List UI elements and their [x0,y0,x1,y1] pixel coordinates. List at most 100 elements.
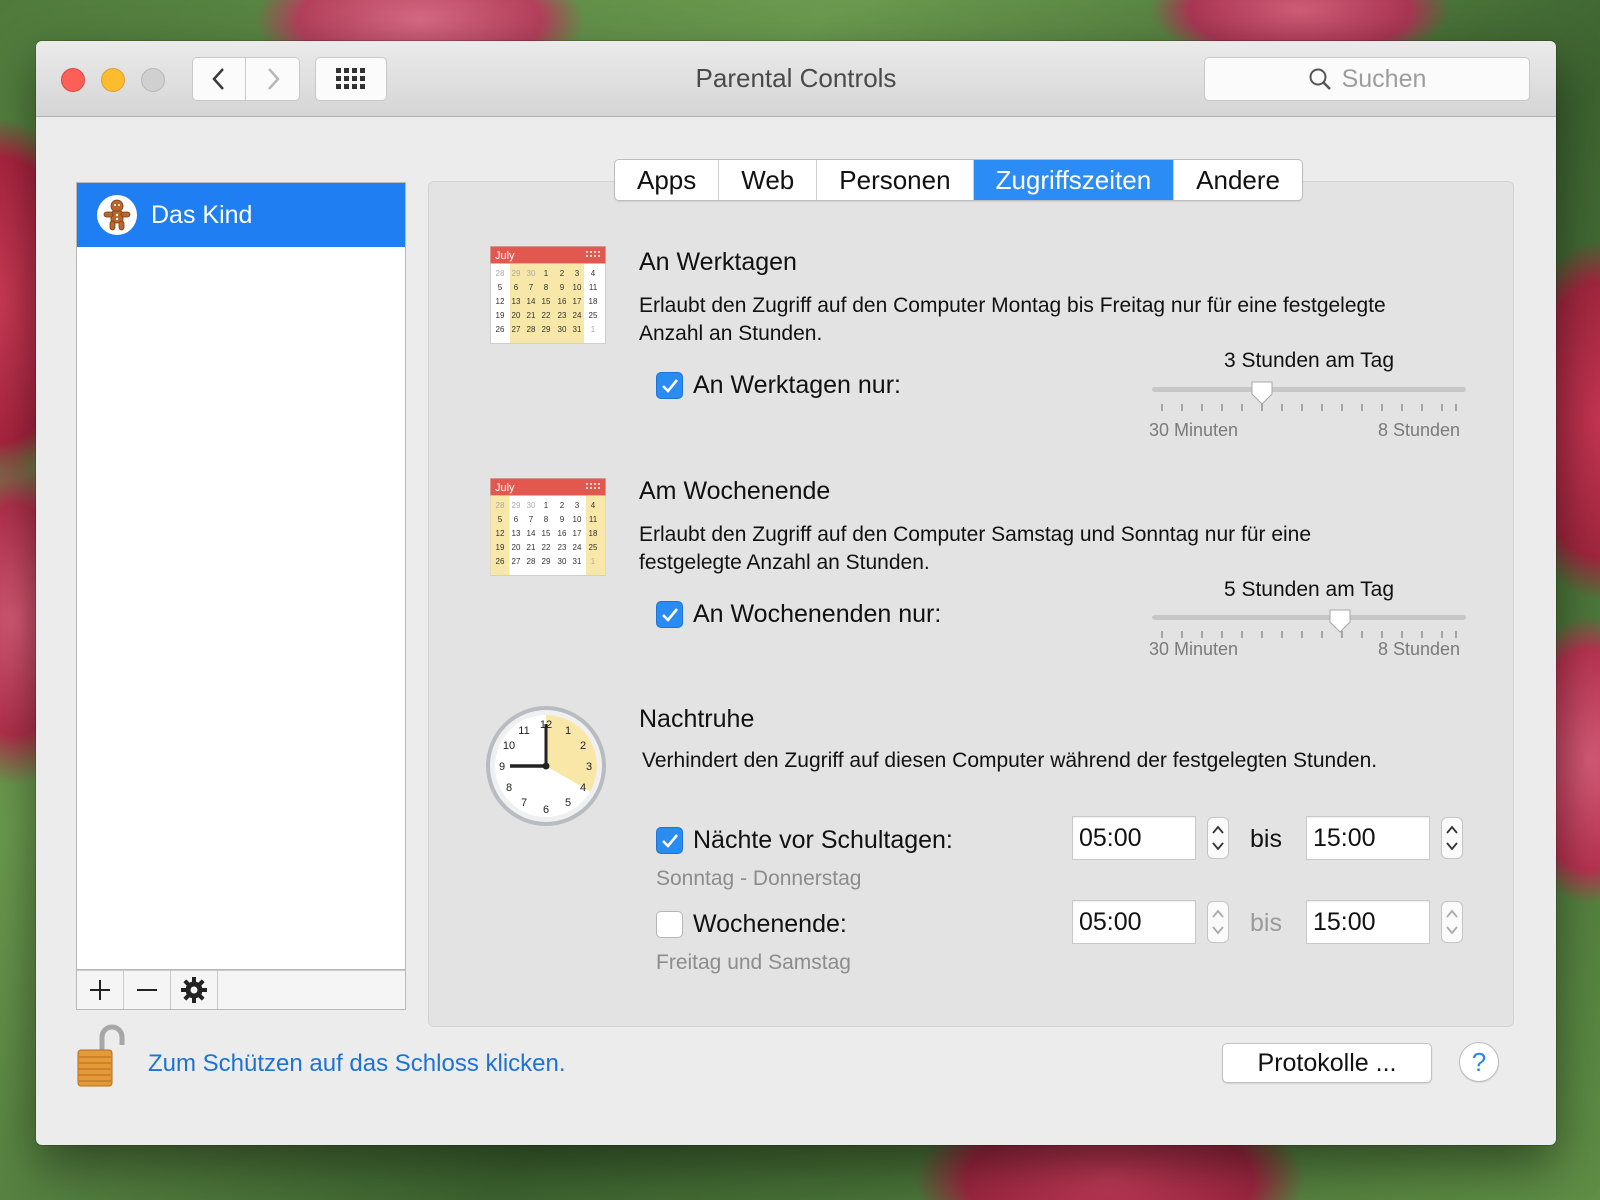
svg-text:29: 29 [542,325,551,334]
weekdays-description-2: Anzahl an Stunden. [639,322,823,345]
svg-text:30: 30 [558,557,567,566]
svg-text:7: 7 [521,797,527,809]
school-nights-to-stepper[interactable] [1441,817,1463,859]
svg-text:9: 9 [560,283,565,292]
plus-icon [90,980,110,1000]
svg-text:27: 27 [512,325,521,334]
svg-text:3: 3 [575,269,580,278]
avatar [97,195,137,235]
weekend-night-label: Wochenende: [693,910,847,938]
help-button[interactable]: ? [1459,1042,1499,1082]
weekend-night-to-stepper[interactable] [1441,901,1463,943]
svg-text:18: 18 [589,297,598,306]
svg-text:1: 1 [591,325,596,334]
svg-text:21: 21 [527,311,536,320]
svg-text:6: 6 [543,804,549,816]
weekend-night-from-field[interactable]: 05:00 [1072,900,1196,944]
svg-text:12: 12 [496,529,505,538]
svg-text:14: 14 [527,529,536,538]
school-nights-to-field[interactable]: 15:00 [1306,816,1430,860]
svg-text:16: 16 [558,529,567,538]
tab-personen[interactable]: Personen [817,160,974,200]
weekdays-description-1: Erlaubt den Zugriff auf den Computer Mon… [639,294,1386,317]
svg-text:15: 15 [542,297,551,306]
stepper-arrows-icon [1446,825,1458,851]
svg-text:30: 30 [527,501,536,510]
svg-text:28: 28 [527,557,536,566]
svg-text:29: 29 [542,557,551,566]
weekend-night-checkbox[interactable] [656,911,683,938]
user-list-toolbar [76,970,406,1010]
svg-text:7: 7 [529,283,534,292]
weekend-night-from-stepper[interactable] [1207,901,1229,943]
svg-text:28: 28 [496,501,505,510]
svg-text:23: 23 [558,543,567,552]
calendar-month: July [495,482,515,494]
tab-apps[interactable]: Apps [615,160,720,200]
stepper-arrows-icon [1446,909,1458,935]
svg-text:10: 10 [503,740,515,752]
svg-text:12: 12 [496,297,505,306]
svg-text:9: 9 [499,761,505,773]
weekdays-slider-track[interactable] [1152,387,1466,392]
weekend-slider-min: 30 Minuten [1149,639,1239,659]
remove-user-button[interactable] [124,971,171,1009]
search-field[interactable]: Suchen [1204,57,1530,101]
svg-text:31: 31 [573,325,582,334]
tab-andere[interactable]: Andere [1174,160,1302,200]
lock-open-icon[interactable] [76,1023,126,1089]
weekdays-slider-max: 8 Stunden [1378,420,1461,440]
weekend-limit-label: An Wochenenden nur: [693,600,942,628]
clock-icon: 1212345 67891011 [486,706,606,826]
tab-web[interactable]: Web [719,160,818,200]
tab-zugriffszeiten[interactable]: Zugriffszeiten [973,160,1175,200]
weekend-night-to-field[interactable]: 15:00 [1306,900,1430,944]
action-menu-button[interactable] [171,971,218,1009]
svg-text:2: 2 [560,269,565,278]
checkmark-icon [661,833,678,848]
school-nights-from-stepper[interactable] [1207,817,1229,859]
svg-text:4: 4 [580,782,586,794]
svg-text:13: 13 [512,529,521,538]
svg-text:9: 9 [560,515,565,524]
logs-button[interactable]: Protokolle ... [1222,1043,1432,1083]
svg-text:19: 19 [496,543,505,552]
bedtime-description: Verhindert den Zugriff auf diesen Comput… [642,749,1378,772]
weekdays-slider-ticks [1161,404,1457,411]
svg-text:25: 25 [589,311,598,320]
svg-text:22: 22 [542,311,551,320]
weekend-night-days: Freitag und Samstag [656,951,851,974]
user-name: Das Kind [151,200,253,229]
add-user-button[interactable] [77,971,124,1009]
weekdays-limit-row: An Werktagen nur: [656,371,901,400]
svg-text:6: 6 [514,283,519,292]
weekday-calendar-icon: July 28 29 30 1 2 3 4 5 6 7 8 9 10 11 12 13 14 15 16 17 18… [490,246,606,344]
weekdays-slider-min: 30 Minuten [1149,420,1239,440]
school-nights-days: Sonntag - Donnerstag [656,867,862,890]
svg-text:30: 30 [558,325,567,334]
minus-icon [137,989,157,991]
weekend-calendar-icon: July 28 29 30 1 2 3 4 5 6 7 8 9 10 11 12 13 14 15 16 17 18… [490,478,606,576]
weekend-limit-checkbox[interactable] [656,601,683,628]
svg-text:7: 7 [529,515,534,524]
calendar-month: July [495,250,515,262]
weekend-slider-track[interactable] [1152,615,1466,620]
bedtime-title: Nachtruhe [639,705,755,733]
lock-hint-link[interactable]: Zum Schützen auf das Schloss klicken. [148,1050,566,1078]
svg-text:27: 27 [512,557,521,566]
school-nights-label: Nächte vor Schultagen: [693,826,953,854]
svg-text:30: 30 [527,269,536,278]
school-nights-checkbox[interactable] [656,827,683,854]
svg-text:5: 5 [565,797,571,809]
weekdays-title: An Werktagen [639,248,797,276]
weekend-slider-value: 5 Stunden am Tag [1223,578,1395,601]
school-nights-from-field[interactable]: 05:00 [1072,816,1196,860]
user-item-das-kind[interactable]: Das Kind [77,183,405,247]
weekend-night-row: Wochenende: [656,910,847,939]
search-placeholder: Suchen [1341,64,1427,93]
tab-bar: Apps Web Personen Zugriffszeiten Andere [614,159,1304,201]
weekdays-limit-checkbox[interactable] [656,372,683,399]
svg-text:29: 29 [512,501,521,510]
weekend-slider-max: 8 Stunden [1378,639,1461,659]
svg-text:26: 26 [496,325,505,334]
